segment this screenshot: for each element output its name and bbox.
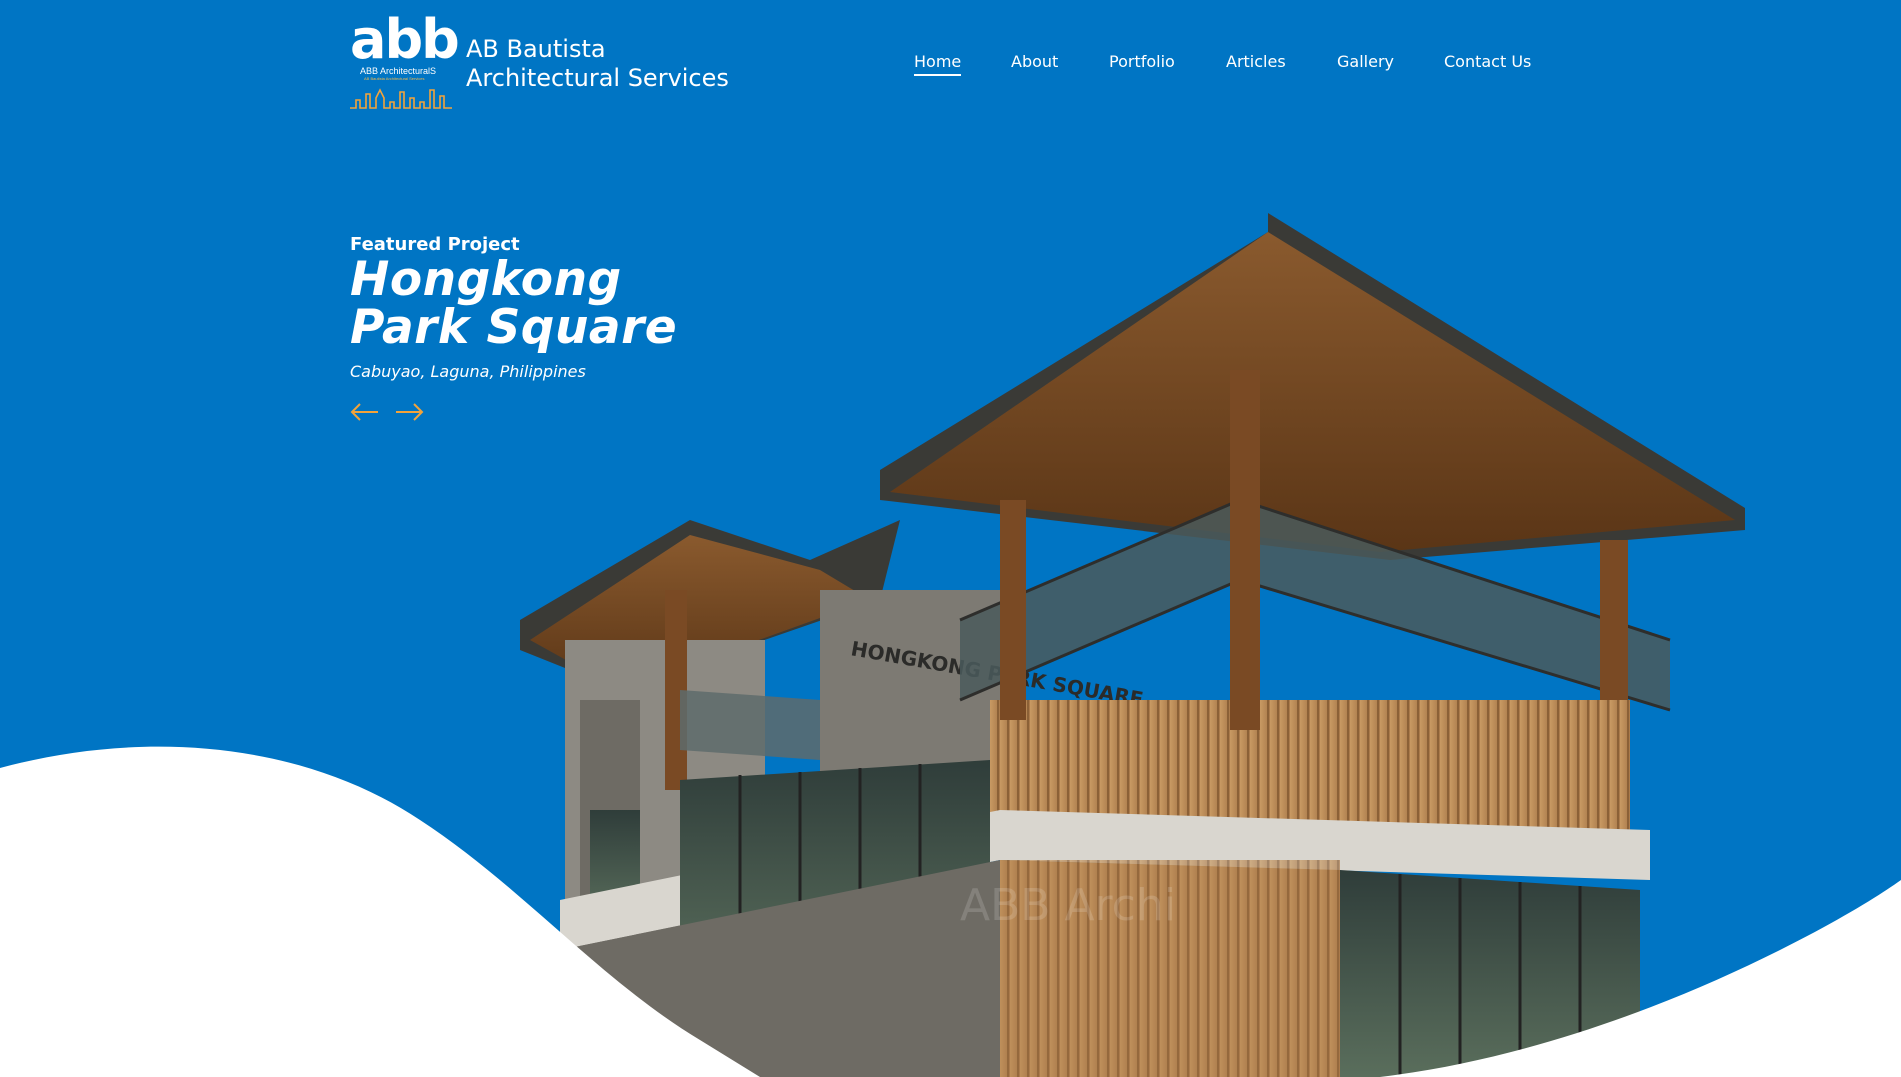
arrow-left-icon [350, 403, 378, 421]
prev-slide-button[interactable] [348, 400, 382, 424]
hero-location: Cabuyao, Laguna, Philippines [350, 362, 586, 381]
hero-title: Hongkong Park Square [350, 256, 677, 352]
arrow-right-icon [396, 403, 424, 421]
wave-shape [0, 746, 1901, 1077]
next-slide-button[interactable] [392, 400, 426, 424]
hero-title-line1: Hongkong [350, 252, 622, 307]
hero-title-line2: Park Square [350, 300, 678, 355]
